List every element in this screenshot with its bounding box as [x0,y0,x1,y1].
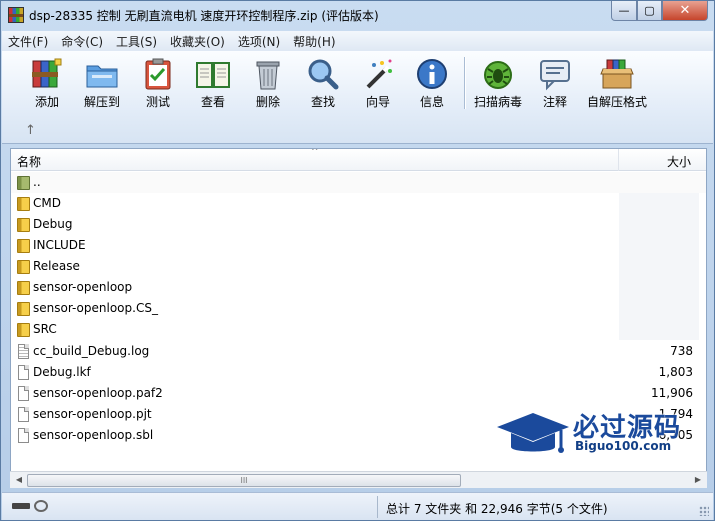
menu-commands[interactable]: 命令(C) [61,33,103,50]
drive-icon[interactable] [12,503,30,509]
info-icon [417,59,447,89]
winrar-icon[interactable] [8,7,24,23]
list-item[interactable]: sensor-openloop.paf2 11,906 [11,383,706,404]
key-icon[interactable] [34,500,48,512]
magic-wand-icon [366,59,392,89]
menu-tools[interactable]: 工具(S) [116,33,157,50]
column-name-label: 名称 [17,155,42,169]
folder-icon [17,281,30,295]
graduation-cap-icon [497,413,569,453]
scroll-right-icon[interactable]: ▶ [690,473,706,487]
text-file-icon [18,344,29,359]
clipboard-check-icon [145,58,171,90]
list-item[interactable]: cc_build_Debug.log 738 [11,341,706,362]
column-header-name[interactable]: 名称 ^ [11,149,619,171]
item-name: CMD [33,196,61,210]
item-name: sensor-openloop.paf2 [33,386,163,400]
item-name: sensor-openloop.sbl [33,428,154,442]
file-icon [18,428,29,443]
list-item[interactable]: sensor-openloop [11,277,706,298]
status-icons [12,500,52,512]
list-item[interactable]: Debug [11,214,706,235]
maximize-button[interactable]: ▢ [637,1,662,21]
file-icon [18,386,29,401]
menu-file[interactable]: 文件(F) [8,33,48,50]
horizontal-scrollbar[interactable]: ◀ III ▶ [10,471,707,488]
status-divider [377,496,378,518]
item-name: INCLUDE [33,238,86,252]
column-header-size[interactable]: 大小 [619,149,699,171]
size-column-bg [619,214,699,235]
item-name: SRC [33,322,57,336]
item-name: Debug [33,217,73,231]
list-header: 名称 ^ 大小 [11,149,706,171]
window-title: dsp-28335 控制 无刷直流电机 速度开环控制程序.zip (评估版本) [29,9,379,23]
list-item[interactable]: SRC [11,319,706,340]
folder-icon [17,197,30,211]
resize-grip-icon[interactable] [699,506,709,516]
size-column-bg [619,193,699,214]
up-folder-button[interactable]: ↑ [25,123,36,138]
status-summary: 总计 7 文件夹 和 22,946 字节(5 个文件) [386,502,608,516]
archive-add-icon [32,58,62,88]
list-item[interactable]: .. [11,172,706,193]
size-column-bg [619,277,699,298]
virus-scan-icon [484,61,512,89]
minimize-button[interactable]: — [611,1,637,21]
scroll-left-icon[interactable]: ◀ [11,473,27,487]
list-item[interactable]: Debug.lkf 1,803 [11,362,706,383]
title-bar: dsp-28335 控制 无刷直流电机 速度开环控制程序.zip (评估版本) … [1,1,714,31]
status-bar: 总计 7 文件夹 和 22,946 字节(5 个文件) [2,492,713,520]
folder-icon [17,239,30,253]
item-name: sensor-openloop.CS_ [33,301,158,315]
trash-icon [256,61,280,90]
folder-icon [17,302,30,316]
close-button[interactable]: ✕ [662,1,708,21]
app-window: dsp-28335 控制 无刷直流电机 速度开环控制程序.zip (评估版本) … [0,0,715,521]
item-name: Debug.lkf [33,365,91,379]
item-size: 1,803 [658,365,693,379]
folder-extract-icon [86,65,118,88]
list-item[interactable]: CMD [11,193,706,214]
self-extract-icon [600,59,634,89]
item-name: cc_build_Debug.log [33,344,150,358]
book-view-icon [196,62,230,88]
size-column-bg [619,256,699,277]
info-button[interactable]: 信息 [402,55,462,111]
folder-icon [17,260,30,274]
sfx-label: 自解压格式 [586,95,647,109]
sort-ascending-icon: ^ [311,148,319,157]
comment-button[interactable]: 注释 [525,55,585,111]
list-item[interactable]: INCLUDE [11,235,706,256]
size-column-bg [619,319,699,340]
file-icon [18,407,29,422]
scroll-thumb[interactable]: III [27,474,461,487]
comment-icon [540,60,570,91]
menu-favorites[interactable]: 收藏夹(O) [170,33,225,50]
watermark-domain: Biguo100.com [575,439,672,453]
size-column-bg [619,298,699,319]
item-size: 11,906 [651,386,693,400]
list-item[interactable]: Release [11,256,706,277]
menu-bar: 文件(F) 命令(C) 工具(S) 收藏夹(O) 选项(N) 帮助(H) [2,31,713,51]
watermark: 必过源码 Biguo100.com [495,405,705,465]
menu-options[interactable]: 选项(N) [238,33,280,50]
menu-help[interactable]: 帮助(H) [293,33,335,50]
toolbar: 添加 解压到 测试 查看 删除 查找 向导 信息 扫描病毒 注释 自解压格式 ↑ [2,51,713,144]
item-name: .. [33,175,41,189]
folder-icon [17,323,30,337]
sfx-button[interactable]: 自解压格式 [587,55,647,111]
item-size: 738 [670,344,693,358]
file-icon [18,365,29,380]
magnifier-icon [308,59,339,90]
item-name: Release [33,259,80,273]
item-name: sensor-openloop [33,280,133,294]
folder-icon [17,218,30,232]
list-item[interactable]: sensor-openloop.CS_ [11,298,706,319]
size-column-bg [619,235,699,256]
item-name: sensor-openloop.pjt [33,407,152,421]
parent-folder-icon [17,176,30,190]
